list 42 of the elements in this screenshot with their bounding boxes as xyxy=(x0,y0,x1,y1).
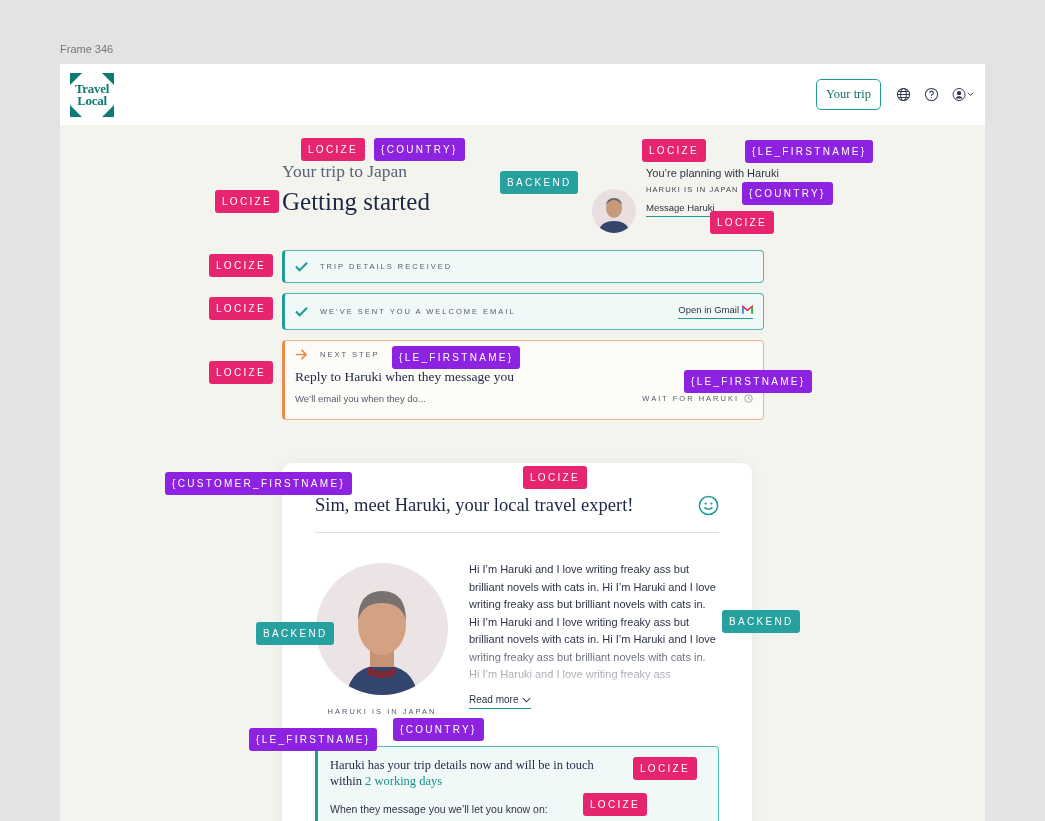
chevron-down-icon xyxy=(522,696,532,703)
check-icon xyxy=(295,306,308,317)
account-menu-icon[interactable] xyxy=(952,87,975,102)
annotation-tag: {LE_FIRSTNAME} xyxy=(684,370,813,393)
annotation-tag: BACKEND xyxy=(256,622,335,645)
help-icon[interactable] xyxy=(924,87,939,102)
your-trip-button[interactable]: Your trip xyxy=(816,79,881,110)
planner-text: You’re planning with Haruki xyxy=(646,167,779,179)
annotation-tag: LOCIZE xyxy=(583,793,647,816)
gmail-link[interactable]: Open in Gmail xyxy=(678,304,753,319)
read-more-link[interactable]: Read more xyxy=(469,694,532,709)
annotation-tag: LOCIZE xyxy=(209,254,273,277)
mail-icon xyxy=(742,305,753,314)
annotation-tag: {COUNTRY} xyxy=(393,718,484,741)
card-title: Sim, meet Haruki, your local travel expert! xyxy=(315,495,634,516)
frame-label: Frame 346 xyxy=(60,43,114,55)
annotation-tag: {CUSTOMER_FIRSTNAME} xyxy=(165,472,353,495)
annotation-tag: LOCIZE xyxy=(523,466,587,489)
annotation-tag: LOCIZE xyxy=(633,757,697,780)
annotation-tag: {LE_FIRSTNAME} xyxy=(745,140,874,163)
step-note: We’ll email you when they do... xyxy=(295,393,426,404)
page-title: Getting started xyxy=(282,188,431,216)
check-icon xyxy=(295,261,308,272)
annotation-tag: LOCIZE xyxy=(209,297,273,320)
annotation-tag: LOCIZE xyxy=(710,211,774,234)
annotation-tag: LOCIZE xyxy=(209,361,273,384)
globe-icon[interactable] xyxy=(896,87,911,102)
annotation-tag: BACKEND xyxy=(722,610,801,633)
notice-text: Haruki has your trip details now and will be in touch within 2 working days xyxy=(330,757,595,789)
annotation-tag: {COUNTRY} xyxy=(374,138,465,161)
clock-icon xyxy=(744,394,753,403)
annotation-tag: LOCIZE xyxy=(642,139,706,162)
annotation-tag: {LE_FIRSTNAME} xyxy=(392,346,521,369)
notice-note: When they message you we’ll let you know on: xyxy=(330,803,548,815)
annotation-tag: LOCIZE xyxy=(215,190,279,213)
annotation-tag: {COUNTRY} xyxy=(742,182,833,205)
annotation-tag: {LE_FIRSTNAME} xyxy=(249,728,378,751)
annotation-tag: BACKEND xyxy=(500,171,579,194)
arrow-icon xyxy=(295,349,308,360)
smiley-icon xyxy=(698,495,719,516)
logo[interactable]: Travel Local xyxy=(70,72,114,117)
annotation-tag: LOCIZE xyxy=(301,138,365,161)
